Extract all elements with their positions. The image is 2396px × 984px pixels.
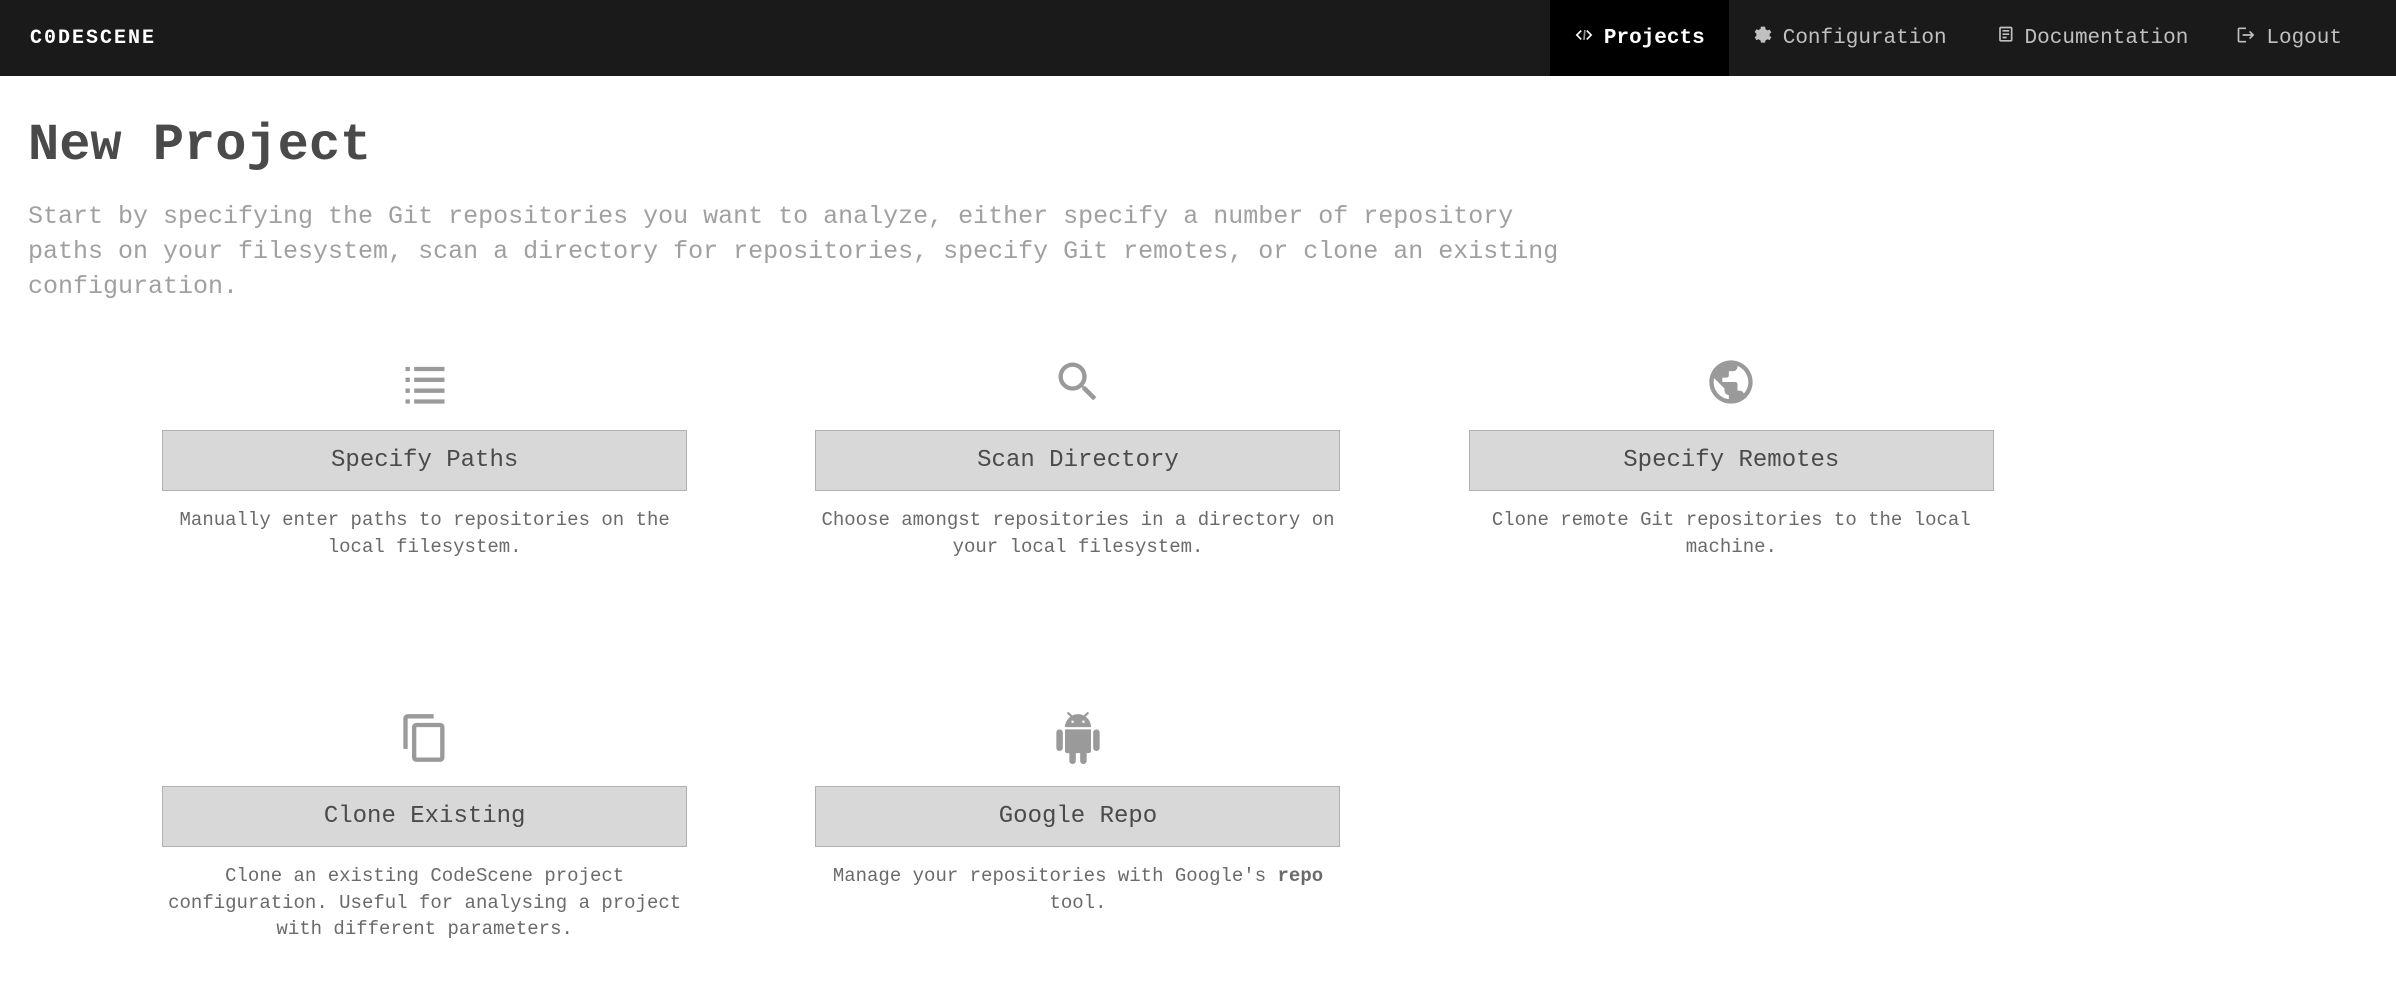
option-clone-existing: Clone Existing Clone an existing CodeSce… xyxy=(128,710,721,943)
nav-configuration[interactable]: Configuration xyxy=(1729,0,1971,76)
nav-projects-label: Projects xyxy=(1604,27,1705,50)
code-icon xyxy=(1574,25,1594,52)
logo: C0DESCENE xyxy=(30,27,156,50)
main-content: New Project Start by specifying the Git … xyxy=(0,76,2396,983)
cogs-icon xyxy=(1753,25,1773,52)
nav-documentation[interactable]: Documentation xyxy=(1971,0,2213,76)
nav-documentation-label: Documentation xyxy=(2025,27,2189,50)
list-icon xyxy=(399,354,451,410)
globe-icon xyxy=(1705,354,1757,410)
google-repo-description: Manage your repositories with Google's r… xyxy=(803,863,1353,916)
option-specify-paths: Specify Paths Manually enter paths to re… xyxy=(128,354,721,560)
specify-remotes-button[interactable]: Specify Remotes xyxy=(1469,430,1994,491)
nav-logout[interactable]: Logout xyxy=(2212,0,2366,76)
specify-paths-description: Manually enter paths to repositories on … xyxy=(150,507,700,560)
logout-icon xyxy=(2236,25,2256,52)
search-icon xyxy=(1052,354,1104,410)
specify-remotes-description: Clone remote Git repositories to the loc… xyxy=(1456,507,2006,560)
android-icon xyxy=(1052,710,1104,766)
book-icon xyxy=(1995,25,2015,52)
nav-configuration-label: Configuration xyxy=(1783,27,1947,50)
google-repo-button[interactable]: Google Repo xyxy=(815,786,1340,847)
option-google-repo: Google Repo Manage your repositories wit… xyxy=(781,710,1374,943)
nav-projects[interactable]: Projects xyxy=(1550,0,1729,76)
page-title: New Project xyxy=(28,116,2368,175)
copy-icon xyxy=(399,710,451,766)
option-specify-remotes: Specify Remotes Clone remote Git reposit… xyxy=(1435,354,2028,560)
scan-directory-button[interactable]: Scan Directory xyxy=(815,430,1340,491)
navbar: C0DESCENE Projects Configuration Documen… xyxy=(0,0,2396,76)
clone-existing-description: Clone an existing CodeScene project conf… xyxy=(150,863,700,943)
option-scan-directory: Scan Directory Choose amongst repositori… xyxy=(781,354,1374,560)
specify-paths-button[interactable]: Specify Paths xyxy=(162,430,687,491)
nav-logout-label: Logout xyxy=(2266,27,2342,50)
options-grid: Specify Paths Manually enter paths to re… xyxy=(28,354,2128,943)
nav-items: Projects Configuration Documentation Log… xyxy=(1550,0,2366,76)
page-description: Start by specifying the Git repositories… xyxy=(28,199,1588,304)
clone-existing-button[interactable]: Clone Existing xyxy=(162,786,687,847)
scan-directory-description: Choose amongst repositories in a directo… xyxy=(803,507,1353,560)
